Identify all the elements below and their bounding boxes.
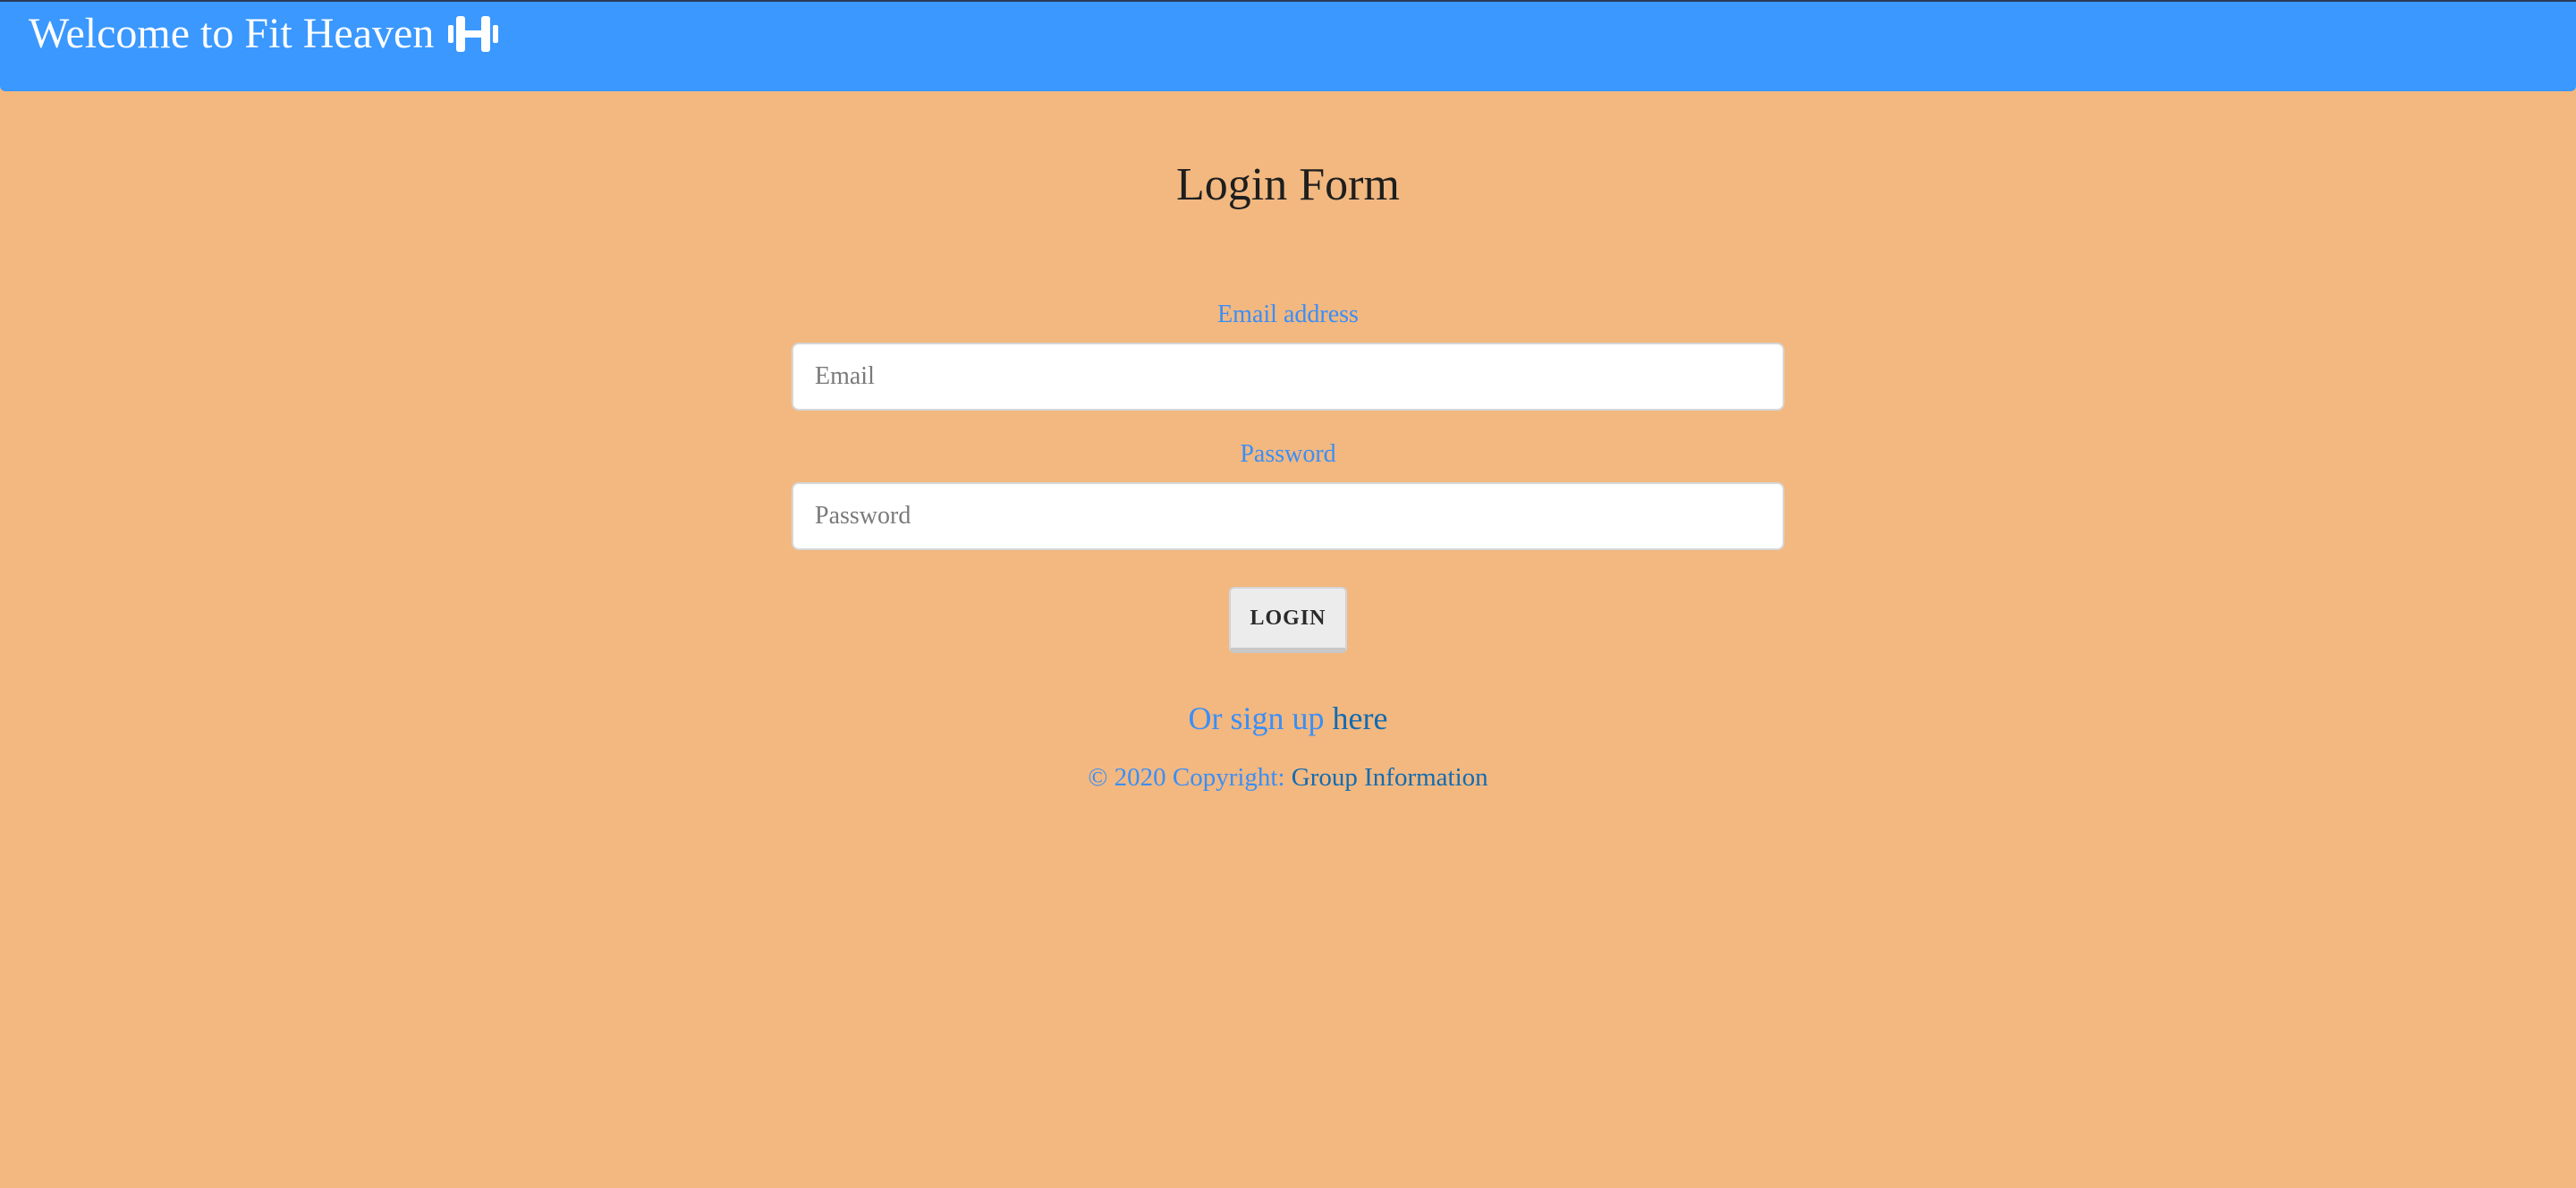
header-title: Welcome to Fit Heaven — [29, 10, 435, 57]
email-label: Email address — [1217, 301, 1359, 328]
top-header: Welcome to Fit Heaven — [0, 0, 2576, 91]
login-button[interactable]: LOGIN — [1229, 587, 1347, 653]
group-information-link[interactable]: Group Information — [1292, 763, 1488, 792]
brand: Welcome to Fit Heaven — [29, 7, 500, 61]
signup-link[interactable]: here — [1333, 700, 1388, 736]
page-title: Login Form — [1176, 159, 1400, 210]
password-field[interactable] — [792, 482, 1784, 550]
signup-prefix: Or sign up — [1188, 700, 1325, 736]
dumbbell-icon — [446, 13, 500, 55]
password-label: Password — [1240, 440, 1336, 468]
copyright-text: © 2020 Copyright: — [1088, 763, 1285, 792]
email-field[interactable] — [792, 343, 1784, 411]
signup-prompt: Or sign up here — [0, 698, 2576, 739]
footer: © 2020 Copyright: Group Information — [0, 760, 2576, 794]
